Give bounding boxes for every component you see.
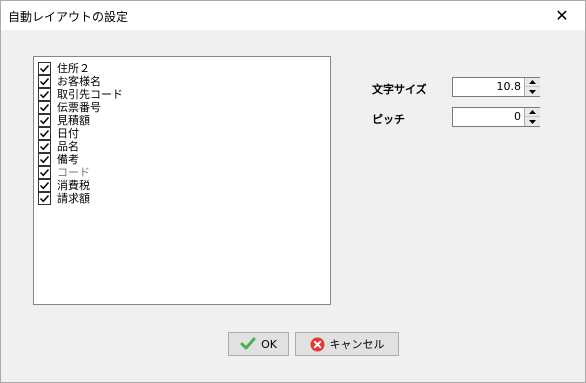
arrow-up-icon bbox=[529, 110, 536, 114]
list-item[interactable]: 取引先コード bbox=[38, 88, 123, 101]
ok-button[interactable]: OK bbox=[228, 332, 289, 356]
list-item[interactable]: 品名 bbox=[38, 140, 79, 153]
font-size-spin-buttons bbox=[524, 78, 540, 96]
close-button[interactable]: ✕ bbox=[539, 1, 585, 30]
list-item-label: 備考 bbox=[57, 153, 79, 166]
list-item[interactable]: 見積額 bbox=[38, 114, 90, 127]
checkmark-icon bbox=[39, 90, 50, 99]
check-icon bbox=[240, 337, 256, 351]
field-checklist[interactable]: 住所２ お客様名 取引先コード 伝票番号 見積額 日付 品名 備考 コード 消費税 請求額 bbox=[33, 56, 331, 305]
pitch-label: ピッチ bbox=[372, 113, 405, 126]
checkmark-icon bbox=[39, 103, 50, 112]
font-size-up-button[interactable] bbox=[525, 78, 540, 87]
close-icon: ✕ bbox=[555, 6, 569, 25]
font-size-label: 文字サイズ bbox=[372, 83, 427, 96]
list-item-label: 請求額 bbox=[57, 192, 90, 205]
checkbox[interactable] bbox=[38, 127, 51, 140]
list-item[interactable]: 備考 bbox=[38, 153, 79, 166]
pitch-up-button[interactable] bbox=[525, 108, 540, 117]
checkbox[interactable] bbox=[38, 166, 51, 179]
title-bar: 自動レイアウトの設定 ✕ bbox=[1, 1, 585, 30]
checkbox[interactable] bbox=[38, 88, 51, 101]
font-size-value[interactable]: 10.8 bbox=[453, 78, 524, 96]
arrow-down-icon bbox=[529, 119, 536, 124]
list-item[interactable]: 伝票番号 bbox=[38, 101, 101, 114]
checkmark-icon bbox=[39, 168, 50, 177]
list-item[interactable]: お客様名 bbox=[38, 75, 101, 88]
pitch-spin-buttons bbox=[524, 108, 540, 126]
ok-button-label: OK bbox=[261, 337, 277, 351]
checkbox[interactable] bbox=[38, 62, 51, 75]
cancel-button-label: キャンセル bbox=[329, 338, 385, 351]
checkmark-icon bbox=[39, 116, 50, 125]
list-item[interactable]: 住所２ bbox=[38, 62, 90, 75]
list-item-label: 取引先コード bbox=[57, 88, 123, 101]
checkbox[interactable] bbox=[38, 179, 51, 192]
pitch-value[interactable]: 0 bbox=[453, 108, 524, 126]
checkbox[interactable] bbox=[38, 101, 51, 114]
arrow-down-icon bbox=[529, 89, 536, 94]
checkmark-icon bbox=[39, 194, 50, 203]
pitch-down-button[interactable] bbox=[525, 117, 540, 126]
checkbox[interactable] bbox=[38, 153, 51, 166]
list-item-label: 品名 bbox=[57, 140, 79, 153]
list-item-label: 伝票番号 bbox=[57, 101, 101, 114]
list-item-label: 日付 bbox=[57, 127, 79, 140]
arrow-up-icon bbox=[529, 80, 536, 84]
checkmark-icon bbox=[39, 64, 50, 73]
list-item-label: コード bbox=[57, 166, 90, 179]
font-size-down-button[interactable] bbox=[525, 87, 540, 96]
checkmark-icon bbox=[39, 129, 50, 138]
checkmark-icon bbox=[39, 77, 50, 86]
list-item-label: お客様名 bbox=[57, 75, 101, 88]
checkmark-icon bbox=[39, 155, 50, 164]
dialog-title: 自動レイアウトの設定 bbox=[8, 10, 129, 24]
cancel-button[interactable]: キャンセル bbox=[295, 332, 399, 356]
pitch-spinner[interactable]: 0 bbox=[452, 107, 540, 127]
list-item-label: 住所２ bbox=[57, 62, 90, 75]
dialog-window: 自動レイアウトの設定 ✕ 住所２ お客様名 取引先コード 伝票番号 見積額 日付 品名 備考コ… bbox=[0, 0, 586, 383]
list-item[interactable]: 日付 bbox=[38, 127, 79, 140]
checkbox[interactable] bbox=[38, 140, 51, 153]
list-item[interactable]: 請求額 bbox=[38, 192, 90, 205]
font-size-spinner[interactable]: 10.8 bbox=[452, 77, 540, 97]
checkmark-icon bbox=[39, 142, 50, 151]
list-item-label: 消費税 bbox=[57, 179, 90, 192]
list-item[interactable]: 消費税 bbox=[38, 179, 90, 192]
checkmark-icon bbox=[39, 181, 50, 190]
list-item[interactable]: コード bbox=[38, 166, 90, 179]
checkbox[interactable] bbox=[38, 114, 51, 127]
checkbox[interactable] bbox=[38, 75, 51, 88]
cancel-icon bbox=[310, 337, 325, 352]
list-item-label: 見積額 bbox=[57, 114, 90, 127]
checkbox[interactable] bbox=[38, 192, 51, 205]
